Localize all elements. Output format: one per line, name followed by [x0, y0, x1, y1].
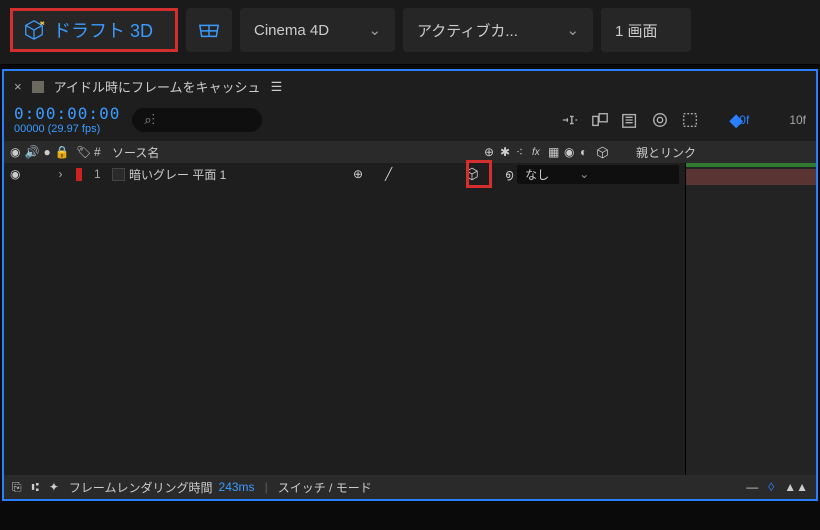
transform-switch[interactable]: ⊕ [353, 167, 367, 181]
transform-icon: ⊕ [484, 145, 498, 159]
label-column-header[interactable]: 🏷 [70, 141, 88, 163]
pickwhip-icon[interactable]: ൭ [505, 167, 513, 182]
close-panel-button[interactable]: × [14, 79, 22, 94]
render-time-label: フレームレンダリング時間 [69, 479, 213, 496]
parent-column-header[interactable]: 親とリンク [630, 141, 816, 163]
eye-icon: ◉ [10, 145, 20, 159]
panel-tool-icons [561, 111, 699, 129]
layer-number: 1 [94, 167, 101, 181]
eye-toggle[interactable]: ◉ [10, 167, 20, 181]
chevron-down-icon: ⌄ [368, 21, 381, 39]
cube3d-icon [23, 19, 45, 41]
3d-sw-icon [596, 146, 610, 159]
asterisk-icon: ✱ [500, 145, 514, 159]
graph-editor-icon[interactable] [651, 111, 669, 129]
column-header-row: ◉ 🔊 ● 🔒 🏷 # ソース名 ⊕ ✱ ⁖ fx ▦ ◉ ◐ 親とリンク [4, 141, 816, 163]
status-bar: ⎘ ⑆ ✦ フレームレンダリング時間 243ms | スイッチ / モード — … [4, 475, 816, 499]
quality-switch[interactable]: ╱ [385, 167, 399, 181]
frame-blend-icon[interactable] [591, 111, 609, 129]
ruler-tick-1: 10f [789, 113, 806, 127]
grid-icon [198, 21, 220, 39]
search-icon: ⌕⁝ [144, 112, 155, 128]
comp-color-swatch [32, 81, 44, 93]
snap-icon[interactable]: ⑆ [32, 480, 39, 494]
link-icon[interactable]: ⎘ [12, 480, 22, 495]
timeline-panel: × アイドル時にフレームをキャッシュ ☰ 0:00:00:00 00000 (2… [2, 69, 818, 501]
motionblur-sw-icon: ◉ [564, 145, 578, 159]
timeline-ruler[interactable]: ◆ 0f 10f [739, 113, 806, 127]
switch-mode-toggle[interactable]: スイッチ / モード [278, 479, 372, 496]
marker-icon[interactable]: ✦ [49, 480, 59, 494]
zoom-out-icon[interactable]: — [746, 480, 758, 494]
lock-icon: 🔒 [55, 145, 70, 159]
renderer-dropdown[interactable]: Cinema 4D ⌄ [240, 8, 395, 52]
layer-search-input[interactable]: ⌕⁝ [132, 108, 262, 132]
layer-row[interactable]: ◉ › 1 暗いグレー 平面 1 ⊕ ╱ [4, 163, 685, 185]
timecode-block[interactable]: 0:00:00:00 00000 (29.97 fps) [14, 104, 120, 135]
work-area[interactable] [686, 163, 816, 167]
layer-bar[interactable] [686, 169, 816, 185]
top-toolbar: ドラフト 3D Cinema 4D ⌄ アクティブカ... ⌄ 1 画面 [0, 0, 820, 65]
fx-icon: fx [532, 147, 546, 158]
camera-dropdown[interactable]: アクティブカ... ⌄ [403, 8, 593, 52]
adjust-sw-icon: ◐ [580, 145, 594, 159]
layer-name: 暗いグレー 平面 1 [129, 166, 226, 183]
renderer-label: Cinema 4D [254, 22, 329, 39]
layer-list-pane: ◉ › 1 暗いグレー 平面 1 ⊕ ╱ [4, 163, 686, 491]
chevron-down-icon: ⌄ [566, 21, 579, 39]
solo-icon: ● [43, 145, 50, 159]
zoom-in-icon[interactable]: ▲▲ [784, 480, 808, 494]
shy-icon[interactable] [561, 111, 579, 129]
parent-dropdown[interactable]: なし ⌄ [517, 165, 679, 184]
render-time-value: 243ms [219, 480, 255, 494]
dots-icon: ⁖ [516, 145, 530, 159]
chevron-down-icon: ⌄ [579, 167, 589, 181]
draft-3d-button[interactable]: ドラフト 3D [10, 8, 178, 52]
render-queue-icon[interactable] [681, 111, 699, 129]
timeline-track-pane[interactable] [686, 163, 816, 491]
motion-blur-icon[interactable] [621, 111, 639, 129]
solid-type-icon [112, 168, 125, 181]
number-column-header[interactable]: # [88, 141, 106, 163]
draft-3d-label: ドラフト 3D [53, 17, 153, 43]
switches-column-header: ⊕ ✱ ⁖ fx ▦ ◉ ◐ [478, 141, 630, 163]
highlight-3d-switch [466, 160, 492, 188]
source-column-header[interactable]: ソース名 [106, 141, 478, 163]
speaker-icon: 🔊 [24, 145, 39, 159]
panel-header: × アイドル時にフレームをキャッシュ ☰ [4, 71, 816, 102]
views-label: 1 画面 [615, 20, 658, 41]
av-columns-header: ◉ 🔊 ● 🔒 [4, 141, 70, 163]
layer-color-chip[interactable] [76, 168, 82, 181]
twirl-icon[interactable]: › [58, 167, 62, 181]
camera-label: アクティブカ... [417, 20, 518, 41]
panel-title: アイドル時にフレームをキャッシュ [54, 77, 261, 96]
panel-menu-button[interactable]: ☰ [271, 79, 283, 95]
zoom-handle-icon[interactable]: ◊ [768, 480, 774, 494]
grid-view-button[interactable] [186, 8, 232, 52]
timecode-row: 0:00:00:00 00000 (29.97 fps) ⌕⁝ ◆ 0f 10f [4, 102, 816, 141]
views-button[interactable]: 1 画面 [601, 8, 691, 52]
timeline-body: ◉ › 1 暗いグレー 平面 1 ⊕ ╱ [4, 163, 816, 491]
cti-marker-icon[interactable]: ◆ [729, 110, 743, 131]
timecode: 0:00:00:00 [14, 104, 120, 123]
fps-readout: 00000 (29.97 fps) [14, 123, 120, 135]
frameblend-sw-icon: ▦ [548, 145, 562, 159]
parent-value: なし [525, 166, 549, 183]
